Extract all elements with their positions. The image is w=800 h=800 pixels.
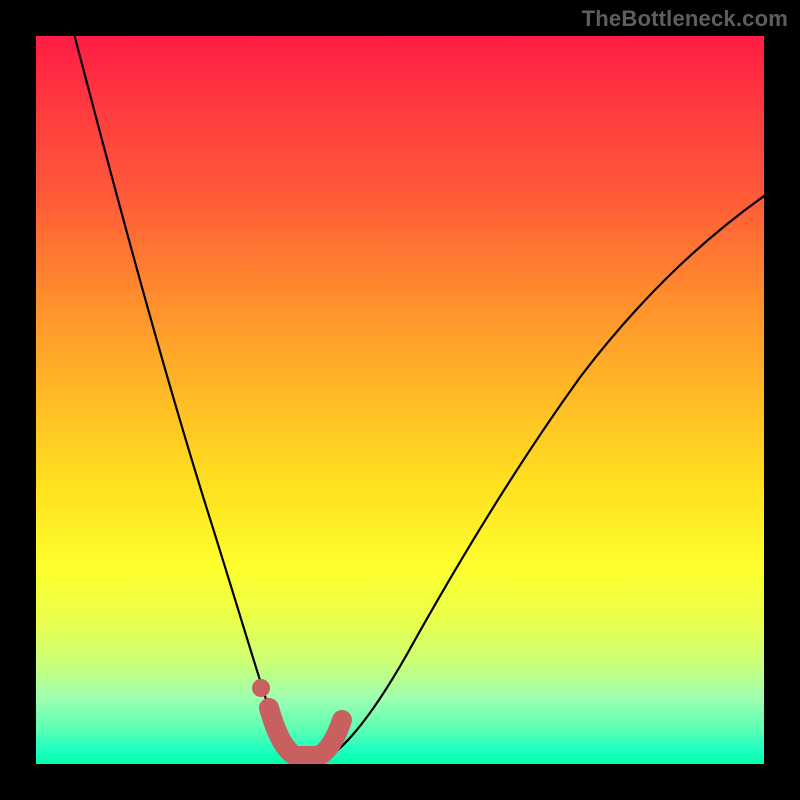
attribution-text: TheBottleneck.com bbox=[582, 6, 788, 32]
plot-area bbox=[36, 36, 764, 764]
optimal-range-marker bbox=[269, 708, 342, 756]
curve-left-branch bbox=[72, 36, 301, 763]
marker-dot bbox=[252, 679, 270, 697]
chart-frame: TheBottleneck.com bbox=[0, 0, 800, 800]
bottleneck-curve bbox=[36, 36, 764, 764]
curve-right-branch bbox=[316, 196, 764, 763]
